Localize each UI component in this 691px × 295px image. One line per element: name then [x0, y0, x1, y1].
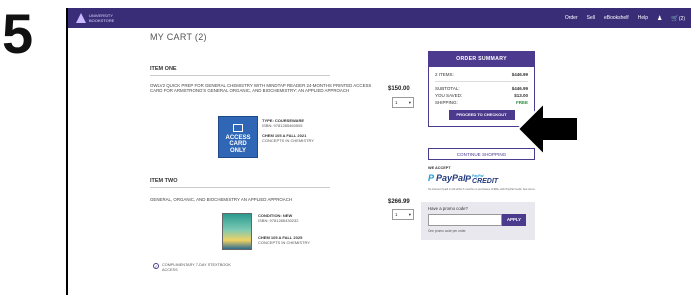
access-card-image: ACCESS CARD ONLY	[218, 116, 258, 158]
complimentary-text: COMPLIMENTARY 7-DAY STEXTBOOK ACCESS	[162, 263, 231, 272]
paypal-credit-text: CREDIT	[472, 178, 499, 185]
item-one-price: $150.00	[388, 86, 410, 92]
item-one-header: ITEM ONE	[150, 66, 330, 76]
item-two-course-name: CONCEPTS IN CHEMISTRY	[258, 240, 310, 245]
book-cover-image	[222, 213, 252, 250]
items-label: 2 ITEMS:	[435, 72, 454, 77]
cart-link[interactable]: 🛒(2)	[671, 15, 685, 22]
qty-value: 1	[395, 212, 398, 217]
paypal-credit-note: No interest if paid in full within 6 mon…	[428, 188, 536, 191]
nav-help[interactable]: Help	[638, 15, 648, 21]
paypal-text: PayPal	[436, 173, 466, 183]
item-two-isbn: ISBN: 9781285430232	[258, 218, 299, 223]
saved-label: YOU SAVED:	[435, 93, 463, 98]
chevron-down-icon: ▾	[408, 99, 411, 105]
subtotal-value: $446.99	[511, 86, 528, 91]
apply-promo-button[interactable]: APPLY	[502, 214, 526, 226]
shipping-label: SHIPPING:	[435, 100, 458, 105]
cart-icon: 🛒	[671, 15, 679, 22]
promo-note: One promo code per order.	[428, 229, 467, 233]
nav-sell[interactable]: Sell	[587, 15, 595, 21]
paypal-p-icon: P	[428, 173, 435, 183]
promo-code-input[interactable]	[428, 214, 502, 226]
browser-screenshot: UNIVERSITY BOOKSTORE Order Sell eBookshe…	[66, 8, 691, 295]
item-two-title: GENERAL, ORGANIC, AND BIOCHEMISTRY AN AP…	[150, 197, 293, 202]
cart-count: (2)	[678, 15, 685, 22]
subtotal-label: SUBTOTAL:	[435, 86, 460, 91]
item-two-qty-select[interactable]: 1 ▾	[392, 209, 414, 220]
item-one-title: OWLV2 QUICK PREP FOR GENERAL CHEMISTRY W…	[150, 83, 372, 94]
promo-label: Have a promo code?	[428, 206, 468, 211]
items-value: $446.99	[511, 72, 528, 77]
chevron-down-icon: ▾	[408, 211, 411, 217]
items-row: 2 ITEMS: $446.99	[429, 71, 534, 78]
paypal-credit-p-icon: P	[465, 174, 472, 184]
saved-row: YOU SAVED: $13.00	[429, 92, 534, 99]
nav-menu: Order Sell eBookshelf Help ♟ 🛒(2)	[565, 15, 685, 22]
we-accept-label: WE ACCEPT	[428, 166, 451, 170]
nav-ebookshelf[interactable]: eBookshelf	[604, 15, 629, 21]
item-two-price: $266.99	[388, 199, 410, 205]
qty-value: 1	[395, 100, 398, 105]
complimentary-access[interactable]: ✓ COMPLIMENTARY 7-DAY STEXTBOOK ACCESS	[153, 263, 242, 272]
paypal-logo: P PayPal	[428, 173, 466, 183]
user-icon[interactable]: ♟	[657, 15, 662, 22]
paypal-credit-logo: P PayPal CREDIT	[465, 173, 498, 185]
logo-tower-icon	[76, 13, 86, 23]
proceed-to-checkout-button[interactable]: PROCEED TO CHECKOUT	[448, 110, 515, 120]
card-icon	[233, 123, 243, 132]
subtotal-row: SUBTOTAL: $446.99	[429, 85, 534, 92]
item-one-isbn: ISBN: 9781285460505	[262, 123, 303, 128]
check-circle-icon: ✓	[153, 263, 159, 269]
logo-text: UNIVERSITY BOOKSTORE	[89, 13, 115, 23]
pointer-arrow-icon	[516, 100, 579, 158]
item-one-qty-select[interactable]: 1 ▾	[392, 97, 414, 108]
promo-code-box: Have a promo code? APPLY One promo code …	[421, 202, 535, 240]
item-one-course-name: CONCEPTS IN CHEMISTRY	[262, 138, 314, 143]
saved-value: $13.00	[514, 93, 528, 98]
order-summary-title: ORDER SUMMARY	[429, 52, 534, 67]
step-number: 5	[2, 2, 34, 65]
top-nav-bar: UNIVERSITY BOOKSTORE Order Sell eBookshe…	[68, 8, 691, 28]
nav-order[interactable]: Order	[565, 15, 578, 21]
bookstore-logo[interactable]: UNIVERSITY BOOKSTORE	[76, 13, 129, 23]
item-two-header: ITEM TWO	[150, 178, 330, 188]
card-text-3: ONLY	[229, 147, 247, 154]
page-title: MY CART (2)	[150, 32, 207, 42]
